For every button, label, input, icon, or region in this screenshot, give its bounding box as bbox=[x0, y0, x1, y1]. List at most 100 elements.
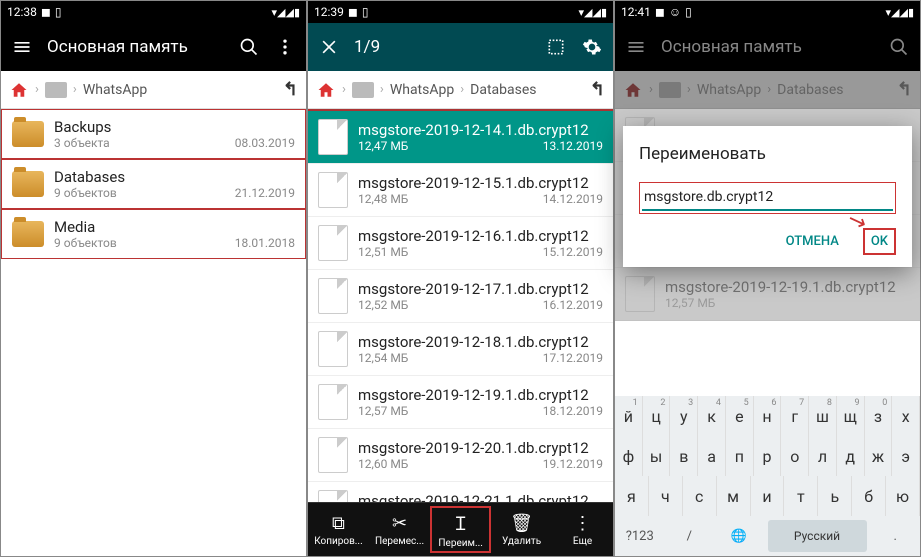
key-с[interactable]: с bbox=[683, 476, 717, 516]
folder-name: Databases bbox=[54, 168, 295, 186]
menu-icon[interactable] bbox=[11, 36, 33, 58]
folder-date: 21.12.2019 bbox=[235, 186, 295, 200]
status-time: 12:41 bbox=[621, 5, 651, 19]
action-label: Удалить bbox=[502, 536, 541, 547]
cancel-button[interactable]: ОТМЕНА bbox=[778, 228, 847, 255]
key-н[interactable]: н6 bbox=[754, 396, 782, 436]
key-ж[interactable]: ж bbox=[865, 436, 893, 476]
key-щ[interactable]: щ9 bbox=[837, 396, 865, 436]
folder-row[interactable]: Databases 9 объектов21.12.2019 bbox=[1, 159, 306, 209]
breadcrumb-item[interactable]: WhatsApp bbox=[390, 82, 454, 98]
key-о[interactable]: о bbox=[781, 436, 809, 476]
status-time: 12:38 bbox=[7, 5, 37, 19]
settings-icon[interactable] bbox=[581, 36, 603, 58]
file-row[interactable]: msgstore-2019-12-18.1.db.crypt12 12,54 М… bbox=[308, 323, 613, 376]
breadcrumb[interactable]: › › WhatsApp › Databases ↰ bbox=[308, 71, 613, 109]
up-icon[interactable]: ↰ bbox=[590, 79, 605, 100]
action-bar: ⧉ Копиров... ✂Перемес...ＩПереим...🗑Удалить… bbox=[308, 502, 613, 556]
action-delete[interactable]: 🗑Удалить bbox=[491, 509, 552, 551]
file-size: 12,51 МБ bbox=[358, 245, 408, 259]
key-ш[interactable]: ш8 bbox=[809, 396, 837, 436]
home-icon[interactable] bbox=[9, 81, 29, 99]
file-size: 12,54 МБ bbox=[358, 351, 408, 365]
action-rename[interactable]: ＩПереим... bbox=[430, 506, 491, 553]
key-и[interactable]: и bbox=[751, 476, 785, 516]
key-з[interactable]: з0 bbox=[865, 396, 893, 436]
up-icon[interactable]: ↰ bbox=[283, 79, 298, 100]
key-symbols[interactable]: ?123 bbox=[615, 516, 665, 556]
file-name: msgstore-2019-12-19.1.db.crypt12 bbox=[665, 278, 910, 296]
panel-main-storage: 12:38 ◼ ▯ ▾◢◢▮ Основная память › › Whats… bbox=[0, 0, 307, 557]
key-в[interactable]: в bbox=[670, 436, 698, 476]
close-icon[interactable] bbox=[318, 36, 340, 58]
keyboard: й1ц2у3к4е5н6г7ш8щ9з0х фывапролджэ ячсмитьб… bbox=[615, 396, 920, 556]
key-б[interactable]: б bbox=[852, 476, 886, 516]
file-row[interactable]: msgstore-2019-12-15.1.db.crypt12 12,48 М… bbox=[308, 164, 613, 217]
file-row[interactable]: msgstore-2019-12-17.1.db.crypt12 12,52 М… bbox=[308, 270, 613, 323]
action-cut[interactable]: ✂Перемес... bbox=[369, 509, 430, 551]
search-icon[interactable] bbox=[238, 36, 260, 58]
key-period[interactable]: . bbox=[871, 516, 921, 556]
copy-icon: ⧉ bbox=[332, 513, 345, 534]
key-ю[interactable]: ю bbox=[886, 476, 920, 516]
breadcrumb[interactable]: › › WhatsApp ↰ bbox=[1, 71, 306, 109]
key-globe[interactable]: 🌐 bbox=[714, 516, 764, 556]
key-й[interactable]: й1 bbox=[615, 396, 643, 436]
key-ф[interactable]: ф bbox=[615, 436, 643, 476]
breadcrumb: › › WhatsApp › Databases ↰ bbox=[615, 71, 920, 109]
ok-button[interactable]: OK bbox=[863, 228, 896, 255]
key-ц[interactable]: ц2 bbox=[643, 396, 671, 436]
key-д[interactable]: д bbox=[837, 436, 865, 476]
key-э[interactable]: э bbox=[892, 436, 920, 476]
key-space[interactable]: Русский bbox=[768, 520, 867, 552]
file-name: msgstore-2019-12-17.1.db.crypt12 bbox=[358, 280, 603, 298]
action-label: Еще bbox=[573, 536, 592, 547]
file-row[interactable]: msgstore-2019-12-19.1.db.crypt12 12,57 М… bbox=[308, 376, 613, 429]
action-copy[interactable]: ⧉ Копиров... bbox=[308, 509, 369, 551]
key-р[interactable]: р bbox=[754, 436, 782, 476]
chevron-icon: › bbox=[73, 82, 77, 97]
key-я[interactable]: я bbox=[615, 476, 649, 516]
select-all-icon[interactable] bbox=[545, 36, 567, 58]
home-icon[interactable] bbox=[316, 81, 336, 99]
file-size: 12,47 МБ bbox=[358, 139, 408, 153]
key-а[interactable]: а bbox=[698, 436, 726, 476]
folder-icon[interactable] bbox=[45, 82, 67, 98]
file-row[interactable]: msgstore-2019-12-16.1.db.crypt12 12,51 М… bbox=[308, 217, 613, 270]
key-к[interactable]: к4 bbox=[698, 396, 726, 436]
action-label: Копиров... bbox=[314, 536, 363, 547]
key-ч[interactable]: ч bbox=[649, 476, 683, 516]
key-т[interactable]: т bbox=[784, 476, 818, 516]
folder-icon[interactable] bbox=[352, 82, 374, 98]
key-х[interactable]: х bbox=[892, 396, 920, 436]
rename-input[interactable] bbox=[642, 185, 893, 211]
selection-bar: 1/9 bbox=[308, 23, 613, 71]
key-slash[interactable]: / bbox=[665, 516, 715, 556]
breadcrumb-item[interactable]: Databases bbox=[470, 82, 536, 98]
folder-row[interactable]: Media 9 объектов18.01.2018 bbox=[1, 209, 306, 259]
more-icon[interactable] bbox=[274, 36, 296, 58]
breadcrumb-item[interactable]: WhatsApp bbox=[83, 82, 147, 98]
file-list: msgstore-2019-12-14.1.db.crypt12 12,47 М… bbox=[308, 109, 613, 502]
key-п[interactable]: п bbox=[726, 436, 754, 476]
chevron-icon: › bbox=[380, 82, 384, 97]
dialog-title: Переименовать bbox=[639, 144, 896, 164]
file-row[interactable]: msgstore-2019-12-14.1.db.crypt12 12,47 М… bbox=[308, 111, 613, 164]
file-row[interactable]: msgstore-2019-12-20.1.db.crypt12 12,60 М… bbox=[308, 429, 613, 482]
action-more[interactable]: ⋮Еще bbox=[552, 509, 613, 551]
folder-row[interactable]: Backups 3 объекта08.03.2019 bbox=[1, 109, 306, 159]
key-е[interactable]: е5 bbox=[726, 396, 754, 436]
status-right: ▾◢◢▮ bbox=[272, 6, 301, 19]
key-м[interactable]: м bbox=[717, 476, 751, 516]
folder-name: Media bbox=[54, 218, 295, 236]
key-ы[interactable]: ы bbox=[643, 436, 671, 476]
key-л[interactable]: л bbox=[809, 436, 837, 476]
key-у[interactable]: у3 bbox=[670, 396, 698, 436]
file-icon bbox=[625, 276, 655, 312]
key-ь[interactable]: ь bbox=[818, 476, 852, 516]
file-row[interactable]: msgstore-2019-12-21.1.db.crypt12 12,71 М… bbox=[308, 482, 613, 502]
key-г[interactable]: г7 bbox=[781, 396, 809, 436]
status-bar: 12:38 ◼ ▯ ▾◢◢▮ bbox=[1, 1, 306, 23]
file-date: 13.12.2019 bbox=[543, 139, 603, 153]
status-icon: ▯ bbox=[685, 5, 692, 19]
